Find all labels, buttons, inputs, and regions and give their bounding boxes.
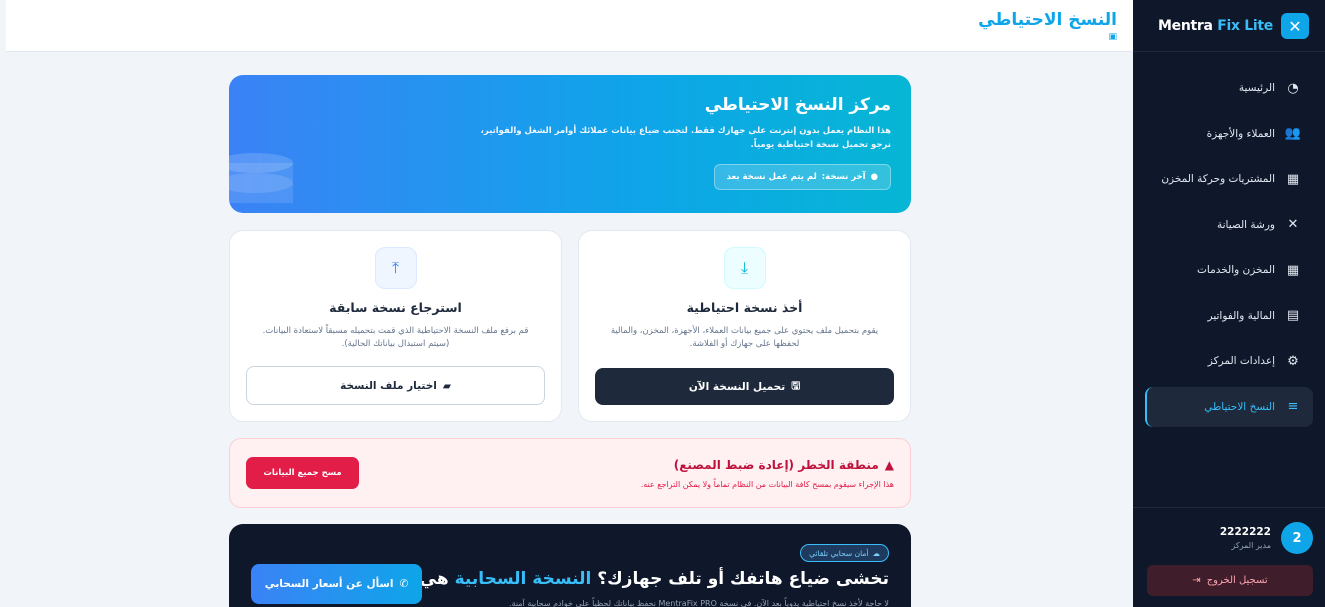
- brand-name-part1: Mentra: [1158, 18, 1218, 34]
- gear-icon: ⚙: [1287, 353, 1299, 369]
- user-info: 2222222 مدير المركز: [1220, 526, 1271, 550]
- promo-title: تخشى ضياع هاتفك أو تلف جهازك؟ النسخة الس…: [366, 569, 889, 589]
- sidebar-item-label: الرئيسية: [1238, 82, 1275, 94]
- user-name: 2222222: [1219, 526, 1271, 538]
- choose-backup-file-label: اختيار ملف النسخة: [340, 379, 437, 392]
- restore-card-title: استرجاع نسخة سابقة: [329, 300, 462, 315]
- avatar: 2: [1281, 522, 1313, 554]
- sidebar: Mentra Fix Lite ✕ ◔ الرئيسية 👥 العملاء و…: [1133, 0, 1325, 607]
- sidebar-item-label: ورشة الصيانة: [1216, 218, 1275, 231]
- logout-icon: ⇥: [1192, 575, 1201, 586]
- backup-card: ⤓ أخذ نسخة احتياطية يقوم بتحميل ملف يحتو…: [578, 230, 911, 422]
- sidebar-item-backup[interactable]: ≡ النسخ الاحتياطي: [1145, 386, 1313, 427]
- clock-icon: ●: [870, 172, 878, 182]
- sidebar-item-label: النسخ الاحتياطي: [1204, 400, 1275, 413]
- backup-hero-banner: مركز النسخ الاحتياطي هذا النظام يعمل بدو…: [229, 75, 911, 213]
- top-bar: النسخ الاحتياطي ▣: [6, 0, 1133, 52]
- upload-icon: ⤒: [374, 247, 417, 289]
- main-content: مركز النسخ الاحتياطي هذا النظام يعمل بدو…: [229, 75, 911, 607]
- database-icon: ▣: [1108, 32, 1117, 42]
- database-decor-icon: [229, 153, 293, 203]
- whatsapp-icon: ✆: [399, 578, 409, 590]
- choose-backup-file-button[interactable]: ▰ اختيار ملف النسخة: [246, 366, 545, 405]
- promo-title-highlight: النسخة السحابية: [454, 569, 592, 589]
- page-title: النسخ الاحتياطي: [978, 10, 1117, 30]
- sidebar-footer: 2 2222222 مدير المركز تسجيل الخروج ⇥: [1133, 507, 1325, 607]
- logout-button[interactable]: تسجيل الخروج ⇥: [1147, 565, 1313, 596]
- backup-actions: ⤓ أخذ نسخة احتياطية يقوم بتحميل ملف يحتو…: [229, 230, 911, 422]
- cloud-badge: ☁ أمان سحابي تلقائي: [800, 544, 889, 562]
- last-backup-label: آخر نسخة:: [821, 172, 866, 182]
- danger-zone-title: ▲ منطقة الخطر (إعادة ضبط المصنع): [674, 458, 894, 472]
- brand-name-part2: Fix Lite: [1217, 18, 1273, 34]
- cloud-badge-label: أمان سحابي تلقائي: [809, 548, 869, 558]
- download-backup-label: تحميل النسخة الآن: [688, 380, 786, 393]
- danger-zone: ▲ منطقة الخطر (إعادة ضبط المصنع) هذا الإ…: [229, 438, 911, 508]
- sidebar-item-settings[interactable]: ⚙ إعدادات المركز: [1145, 341, 1313, 381]
- restore-card-description: قم برفع ملف النسخة الاحتياطية الذي قمت ب…: [262, 326, 529, 349]
- database-icon: ≡: [1287, 399, 1299, 414]
- hero-description: هذا النظام يعمل بدون إنترنت على جهازك فق…: [480, 126, 891, 150]
- sidebar-item-label: المشتريات وحركة المخزن: [1161, 173, 1275, 185]
- save-icon: 🖫: [791, 379, 801, 392]
- warning-icon: ▲: [884, 458, 894, 472]
- cloud-promo-banner: ☁ أمان سحابي تلقائي تخشى ضياع هاتفك أو ت…: [229, 524, 911, 607]
- tools-icon: ✕: [1287, 217, 1299, 232]
- wipe-all-data-button[interactable]: مسح جميع البيانات: [246, 457, 359, 489]
- last-backup-value: لم يتم عمل نسخة بعد: [726, 172, 817, 182]
- wrench-cross-icon: ✕: [1281, 13, 1309, 39]
- sidebar-nav: ◔ الرئيسية 👥 العملاء والأجهزة ▦ المشتريا…: [1145, 68, 1313, 432]
- sidebar-item-label: المخزن والخدمات: [1197, 264, 1275, 276]
- hero-title: مركز النسخ الاحتياطي: [704, 95, 891, 115]
- sidebar-item-purchases[interactable]: ▦ المشتريات وحركة المخزن: [1145, 159, 1313, 199]
- last-backup-badge: ● آخر نسخة: لم يتم عمل نسخة بعد: [713, 164, 891, 190]
- brand-name: Mentra Fix Lite: [1158, 18, 1273, 34]
- danger-zone-description: هذا الإجراء سيقوم بمسح كافة البيانات من …: [640, 480, 894, 489]
- promo-title-part1: تخشى ضياع هاتفك أو تلف جهازك؟: [591, 569, 889, 589]
- user-role: مدير المركز: [1231, 541, 1271, 550]
- sidebar-item-label: المالية والفواتير: [1207, 309, 1275, 322]
- brand-bar: Mentra Fix Lite ✕: [1133, 0, 1325, 52]
- download-icon: ⤓: [723, 247, 766, 289]
- sidebar-item-workshop[interactable]: ✕ ورشة الصيانة: [1145, 205, 1313, 245]
- sidebar-item-label: إعدادات المركز: [1207, 355, 1275, 367]
- danger-zone-title-text: منطقة الخطر (إعادة ضبط المصنع): [673, 458, 879, 472]
- invoice-icon: ▤: [1286, 308, 1300, 323]
- pie-chart-icon: ◔: [1287, 80, 1299, 96]
- cloud-icon: ☁: [872, 548, 881, 558]
- sidebar-item-customers[interactable]: 👥 العملاء والأجهزة: [1145, 114, 1313, 154]
- promo-description: لا حاجة لأخذ نسخ احتياطية يدوياً بعد الآ…: [509, 599, 889, 607]
- folder-open-icon: ▰: [442, 379, 451, 392]
- boxes-icon: ▦: [1286, 262, 1300, 278]
- backup-card-title: أخذ نسخة احتياطية: [686, 300, 803, 315]
- ask-cloud-pricing-button[interactable]: ✆ اسأل عن أسعار السحابي: [251, 564, 422, 604]
- boxes-icon: ▦: [1286, 171, 1300, 187]
- brand[interactable]: Mentra Fix Lite ✕: [1158, 13, 1309, 39]
- backup-card-description: يقوم بتحميل ملف يحتوي على جميع بيانات ال…: [610, 326, 879, 349]
- ask-cloud-pricing-label: اسأل عن أسعار السحابي: [264, 578, 394, 590]
- sidebar-item-home[interactable]: ◔ الرئيسية: [1145, 68, 1313, 108]
- sidebar-item-finance[interactable]: ▤ المالية والفواتير: [1145, 296, 1313, 336]
- sidebar-item-label: العملاء والأجهزة: [1206, 127, 1275, 140]
- sidebar-item-inventory[interactable]: ▦ المخزن والخدمات: [1145, 250, 1313, 290]
- restore-card: ⤒ استرجاع نسخة سابقة قم برفع ملف النسخة …: [229, 230, 562, 422]
- user-profile: 2 2222222 مدير المركز: [1220, 522, 1313, 554]
- users-icon: 👥: [1284, 126, 1301, 141]
- logout-label: تسجيل الخروج: [1206, 575, 1268, 586]
- download-backup-button[interactable]: 🖫 تحميل النسخة الآن: [595, 368, 894, 405]
